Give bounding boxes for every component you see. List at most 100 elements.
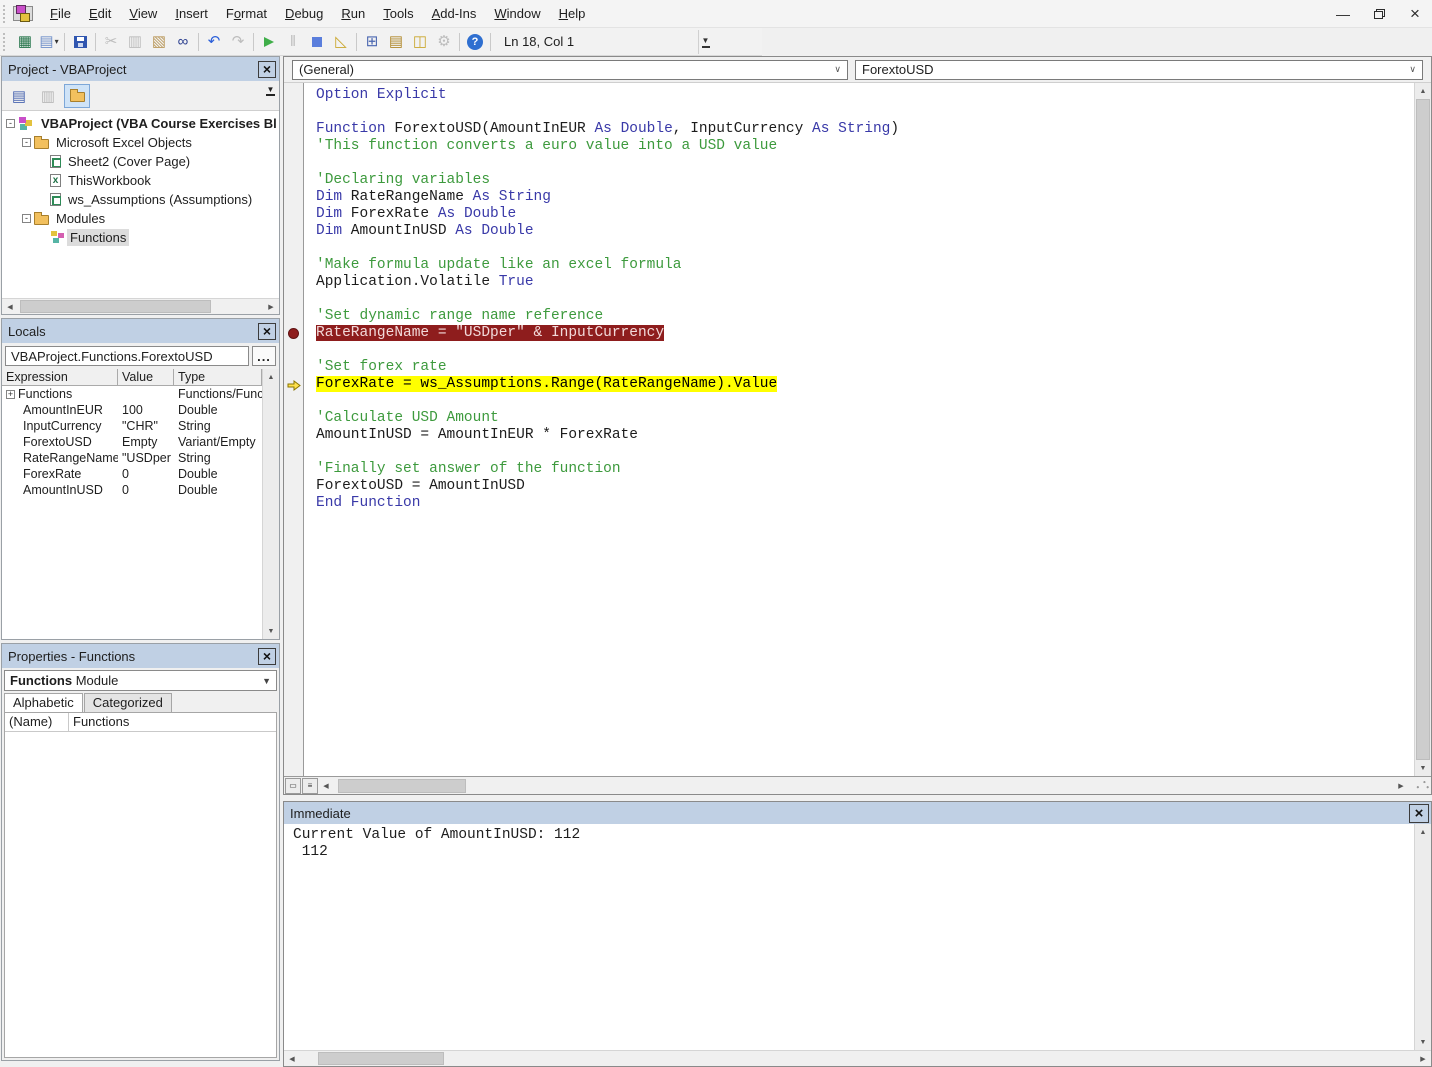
scroll-down-arrow[interactable]: ▼ <box>1415 760 1431 776</box>
menu-debug[interactable]: Debug <box>276 2 332 25</box>
code-margin[interactable] <box>284 83 304 776</box>
tree-item-thisworkbook[interactable]: x ThisWorkbook <box>2 171 279 190</box>
immediate-close-button[interactable]: × <box>1409 803 1429 823</box>
menu-insert[interactable]: Insert <box>166 2 217 25</box>
scroll-left-arrow[interactable]: ◀ <box>284 1051 300 1067</box>
toggle-folders-button[interactable] <box>64 83 90 108</box>
view-code-button[interactable]: ▤ <box>6 84 32 108</box>
breakpoint-icon[interactable] <box>288 328 299 339</box>
chevron-down-icon: ▼ <box>701 35 710 45</box>
scroll-right-arrow[interactable]: ▶ <box>1393 778 1409 794</box>
toolbar-help-button[interactable]: ? <box>463 30 487 54</box>
locals-row-functions[interactable]: + Functions Functions/Funct <box>2 386 262 402</box>
scroll-up-arrow[interactable]: ▲ <box>1415 83 1431 99</box>
menu-tools[interactable]: Tools <box>374 2 422 25</box>
tab-alphabetic[interactable]: Alphabetic <box>4 693 83 712</box>
minimize-button[interactable]: — <box>1332 4 1354 24</box>
column-type[interactable]: Type <box>174 369 262 386</box>
scroll-left-arrow[interactable]: ◀ <box>2 299 18 315</box>
collapse-icon[interactable]: - <box>22 138 31 147</box>
menu-file[interactable]: File <box>41 2 80 25</box>
toolbar-save-button[interactable] <box>68 30 92 54</box>
scroll-up-arrow[interactable]: ▲ <box>1415 824 1431 840</box>
scroll-right-arrow[interactable]: ▶ <box>1415 1051 1431 1067</box>
tree-item-vbaproject-vba-course-exercises-bl[interactable]: - VBAProject (VBA Course Exercises Bl <box>2 114 279 133</box>
full-module-view-button[interactable]: ≡ <box>302 777 318 794</box>
menu-window[interactable]: Window <box>485 2 549 25</box>
locals-row-amountineur[interactable]: AmountInEUR 100 Double <box>2 402 262 418</box>
expand-icon[interactable]: + <box>6 389 15 399</box>
locals-close-button[interactable]: × <box>258 322 276 340</box>
toolbar-separator <box>253 32 254 51</box>
procedure-view-button[interactable]: ▭ <box>285 777 301 794</box>
close-button[interactable]: × <box>1404 4 1426 24</box>
immediate-hscrollbar: ◀ ▶ <box>284 1050 1431 1066</box>
scroll-up-arrow[interactable]: ▲ <box>263 369 279 385</box>
locals-row-forextousd[interactable]: ForextoUSD Empty Variant/Empty <box>2 434 262 450</box>
toolbar-design-mode-button[interactable]: ◺ <box>329 30 353 54</box>
restore-button[interactable] <box>1368 4 1390 24</box>
tree-item-sheet2-cover-page[interactable]: Sheet2 (Cover Page) <box>2 152 279 171</box>
tree-item-microsoft-excel-objects[interactable]: - Microsoft Excel Objects <box>2 133 279 152</box>
scroll-down-arrow[interactable]: ▼ <box>1415 1034 1431 1050</box>
object-dropdown[interactable]: (General) ∨ <box>292 59 848 80</box>
menu-help[interactable]: Help <box>550 2 595 25</box>
immediate-content[interactable]: Current Value of AmountInUSD: 112 112 <box>284 824 1414 1050</box>
toolbar-options-button[interactable]: ▼ <box>698 29 712 54</box>
project-toolbar-options[interactable]: ▼ <box>266 85 275 96</box>
scrollbar-thumb[interactable] <box>20 300 212 313</box>
scroll-right-arrow[interactable]: ▶ <box>263 299 279 315</box>
toolbar-view-microsoft-excel-button[interactable]: ▦ <box>13 30 37 54</box>
resize-grip[interactable] <box>1409 777 1431 794</box>
menu-view[interactable]: View <box>120 2 166 25</box>
code-editor[interactable]: Option Explicit Function ForextoUSD(Amoun… <box>304 83 1414 776</box>
vbe-app-icon[interactable] <box>13 5 33 22</box>
toolbar-grip[interactable] <box>3 4 9 23</box>
menu-run[interactable]: Run <box>332 2 374 25</box>
scroll-left-arrow[interactable]: ◀ <box>318 778 334 794</box>
toolbar-find-button[interactable]: ∞ <box>171 30 195 54</box>
toolbar-object-browser-button[interactable]: ◫ <box>408 30 432 54</box>
chevron-down-icon[interactable]: ▾ <box>55 37 59 46</box>
toolbar-reset-button[interactable] <box>305 30 329 54</box>
menu-edit[interactable]: Edit <box>80 2 120 25</box>
toolbar-insert-userform-button[interactable]: ▤ ▾ <box>37 30 61 54</box>
toolbar-undo-button[interactable]: ↶ <box>202 30 226 54</box>
toolbar-properties-window-button[interactable]: ▤ <box>384 30 408 54</box>
scroll-down-arrow[interactable]: ▼ <box>263 623 279 639</box>
tree-item-modules[interactable]: - Modules <box>2 209 279 228</box>
locals-row-forexrate[interactable]: ForexRate 0 Double <box>2 466 262 482</box>
call-stack-button[interactable]: ... <box>252 346 276 366</box>
locals-header: Expression Value Type <box>2 369 262 386</box>
scrollbar-thumb[interactable] <box>318 1052 444 1065</box>
property-row[interactable]: (Name) Functions <box>5 713 276 732</box>
properties-close-button[interactable]: × <box>258 647 276 665</box>
column-value[interactable]: Value <box>118 369 174 386</box>
locals-panel-titlebar[interactable]: Locals × <box>2 319 279 343</box>
project-close-button[interactable]: × <box>258 60 276 78</box>
locals-row-amountinusd[interactable]: AmountInUSD 0 Double <box>2 482 262 498</box>
locals-row-raterangename[interactable]: RateRangeName "USDper String <box>2 450 262 466</box>
tab-categorized[interactable]: Categorized <box>83 693 172 712</box>
properties-panel-titlebar[interactable]: Properties - Functions × <box>2 644 279 668</box>
tree-item-ws-assumptions-assumptions[interactable]: ws_Assumptions (Assumptions) <box>2 190 279 209</box>
procedure-dropdown[interactable]: ForextoUSD ∨ <box>855 59 1423 80</box>
toolbar-redo-button: ↷ <box>226 30 250 54</box>
toolbar-grip-2[interactable] <box>3 32 9 51</box>
menu-format[interactable]: Format <box>217 2 276 25</box>
view-object-button[interactable]: ▥ <box>35 84 61 108</box>
immediate-titlebar[interactable]: Immediate × <box>284 802 1431 824</box>
tree-item-functions[interactable]: Functions <box>2 228 279 247</box>
scrollbar-thumb[interactable] <box>338 778 466 793</box>
menu-add-ins[interactable]: Add-Ins <box>423 2 486 25</box>
collapse-icon[interactable]: - <box>22 214 31 223</box>
locals-row-inputcurrency[interactable]: InputCurrency "CHR" String <box>2 418 262 434</box>
column-expression[interactable]: Expression <box>2 369 118 386</box>
collapse-icon[interactable]: - <box>6 119 15 128</box>
toolbar-paste-button[interactable]: ▧ <box>147 30 171 54</box>
toolbar-project-explorer-button[interactable]: ⊞ <box>360 30 384 54</box>
properties-object-dropdown[interactable]: Functions Module ▼ <box>4 670 277 691</box>
toolbar-run-button[interactable] <box>257 30 281 54</box>
scrollbar-thumb[interactable] <box>1416 99 1430 760</box>
project-panel-titlebar[interactable]: Project - VBAProject × <box>2 57 279 81</box>
